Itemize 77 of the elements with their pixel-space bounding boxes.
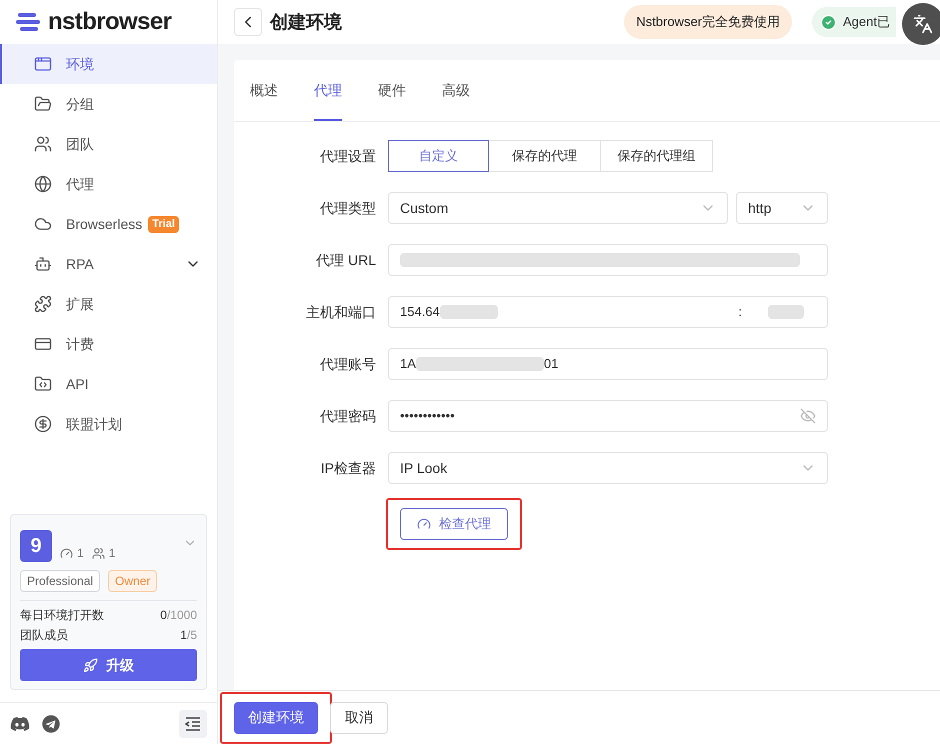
nav-item[interactable]: 环境 <box>0 44 217 84</box>
port-separator: : <box>738 303 742 322</box>
cancel-button[interactable]: 取消 <box>330 702 388 734</box>
profile-count: 1 <box>77 545 84 562</box>
users-icon <box>34 135 52 153</box>
agent-status: Agent已 <box>812 7 896 37</box>
members-icon <box>92 546 105 560</box>
stat-value: 1/5 <box>180 627 197 644</box>
field-label: 代理密码 <box>319 406 377 426</box>
field-label: 代理 URL <box>315 250 377 270</box>
team-avatar: 9 <box>20 530 52 562</box>
logo-icon <box>16 11 40 33</box>
proxy-type-select[interactable]: Custom <box>388 192 728 224</box>
ip-checker-select[interactable]: IP Look <box>388 452 828 484</box>
upgrade-button[interactable]: 升级 <box>20 649 197 681</box>
account-value-end: 01 <box>544 355 558 374</box>
nav-item[interactable]: API <box>0 364 217 404</box>
stat-label: 每日环境打开数 <box>20 607 104 624</box>
nav-item[interactable]: 联盟计划 <box>0 404 217 444</box>
stat-value: 0/1000 <box>160 607 197 624</box>
password-field[interactable]: •••••••••••• <box>388 400 828 432</box>
protocol-select[interactable]: http <box>736 192 828 224</box>
promo-badge: Nstbrowser完全免费使用 <box>624 5 792 39</box>
tab[interactable]: 高级 <box>442 80 470 121</box>
tab[interactable]: 硬件 <box>378 80 406 121</box>
member-count: 1 <box>108 545 116 562</box>
collapse-sidebar-button[interactable] <box>179 710 207 738</box>
redaction-blur <box>768 305 804 319</box>
profiles-icon <box>60 546 73 560</box>
collapse-icon <box>185 716 201 730</box>
segment-option[interactable]: 自定义 <box>388 140 489 172</box>
credit-card-icon <box>34 335 52 353</box>
rocket-icon <box>83 658 98 672</box>
tab[interactable]: 代理 <box>314 80 342 121</box>
nav-item[interactable]: 扩展 <box>0 284 217 324</box>
robot-icon <box>34 255 52 273</box>
role-tag: Owner <box>108 570 158 592</box>
back-button[interactable] <box>234 8 262 36</box>
account-field[interactable]: 1A 01 <box>388 348 828 380</box>
nav-item[interactable]: Browserless Trial <box>0 204 217 244</box>
puzzle-icon <box>34 295 52 313</box>
brand-name: nstbrowser <box>48 7 172 37</box>
segment-option[interactable]: 保存的代理 <box>488 140 601 172</box>
stat-label: 团队成员 <box>20 627 68 644</box>
page-title: 创建环境 <box>270 10 342 34</box>
field-label: 代理设置 <box>319 146 377 166</box>
browser-window-icon <box>34 55 52 73</box>
field-label: 代理账号 <box>319 354 377 374</box>
dollar-icon <box>34 415 52 433</box>
translate-button[interactable] <box>902 3 940 45</box>
telegram-icon[interactable] <box>42 714 60 732</box>
host-port-field[interactable]: 154.64 : <box>388 296 828 328</box>
tab[interactable]: 概述 <box>250 80 278 121</box>
redaction-blur <box>440 305 498 319</box>
account-value-start: 1A <box>400 355 416 374</box>
nav-item[interactable]: 代理 <box>0 164 217 204</box>
check-icon <box>820 14 838 30</box>
field-label: 代理类型 <box>319 198 377 218</box>
nav-item[interactable]: 分组 <box>0 84 217 124</box>
field-label: IP检查器 <box>320 458 377 478</box>
translate-icon <box>913 14 933 34</box>
nav-item[interactable]: 计费 <box>0 324 217 364</box>
segment-option[interactable]: 保存的代理组 <box>600 140 713 172</box>
field-label: 主机和端口 <box>305 302 377 322</box>
plan-tag: Professional <box>20 570 100 592</box>
folder-code-icon <box>34 375 52 393</box>
folder-icon <box>34 95 52 113</box>
host-value: 154.64 <box>400 303 440 322</box>
check-proxy-button[interactable]: 检查代理 <box>400 508 508 540</box>
password-value: •••••••••••• <box>400 407 455 426</box>
trial-badge: Trial <box>148 216 179 232</box>
nav-item[interactable]: RPA <box>0 244 217 284</box>
globe-icon <box>34 175 52 193</box>
nav-item[interactable]: 团队 <box>0 124 217 164</box>
cloud-icon <box>34 215 52 233</box>
gauge-icon <box>417 517 431 531</box>
create-button[interactable]: 创建环境 <box>234 702 318 734</box>
